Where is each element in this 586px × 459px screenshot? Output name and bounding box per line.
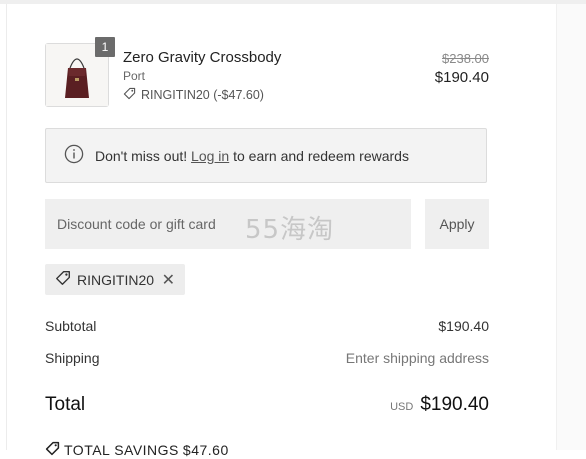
total-amount: USD $190.40 (390, 394, 489, 416)
product-price: $190.40 (434, 69, 489, 86)
notice-prefix: Don't miss out! (95, 147, 192, 164)
subtotal-label: Subtotal (45, 318, 97, 334)
rewards-notice: Don't miss out! Log in to earn and redee… (45, 128, 487, 183)
discount-code-input[interactable] (45, 199, 411, 249)
product-name: Zero Gravity Crossbody (123, 49, 282, 66)
product-variant: Port (123, 69, 146, 83)
savings-value: $47.60 (182, 442, 229, 458)
total-label: Total (45, 394, 86, 415)
applied-code-text: RINGITIN20 (77, 271, 155, 288)
shipping-value: Enter shipping address (345, 350, 489, 366)
tag-icon (55, 270, 71, 289)
watermark: 55海淘 (245, 215, 335, 245)
total-row: Total USD $190.40 (45, 394, 489, 416)
tag-icon (45, 441, 60, 459)
top-strip (0, 0, 586, 4)
total-savings: TOTAL SAVINGS $47.60 (45, 441, 229, 459)
product-discount-text: RINGITIN20 (-$47.60) (141, 88, 264, 102)
quantity-badge: 1 (95, 37, 115, 57)
savings-label: TOTAL SAVINGS (64, 442, 179, 458)
left-divider (6, 4, 7, 450)
tag-icon (123, 87, 136, 103)
total-value: $190.40 (420, 394, 489, 415)
remove-discount-icon[interactable]: ✕ (162, 270, 175, 290)
right-gutter (556, 4, 586, 450)
shipping-row: Shipping Enter shipping address (45, 350, 489, 366)
subtotal-value: $190.40 (438, 318, 489, 334)
compare-at-price: $238.00 (442, 51, 489, 66)
apply-button[interactable]: Apply (425, 199, 489, 249)
login-link[interactable]: Log in (191, 148, 229, 164)
notice-suffix: to earn and redeem rewards (229, 147, 409, 164)
currency-code: USD (390, 401, 414, 413)
applied-discount-chip: RINGITIN20 ✕ (45, 264, 185, 295)
subtotal-row: Subtotal $190.40 (45, 318, 489, 334)
info-icon (64, 144, 84, 167)
shipping-label: Shipping (45, 350, 100, 366)
product-discount: RINGITIN20 (-$47.60) (123, 87, 264, 103)
rewards-notice-text: Don't miss out! Log in to earn and redee… (95, 148, 409, 164)
